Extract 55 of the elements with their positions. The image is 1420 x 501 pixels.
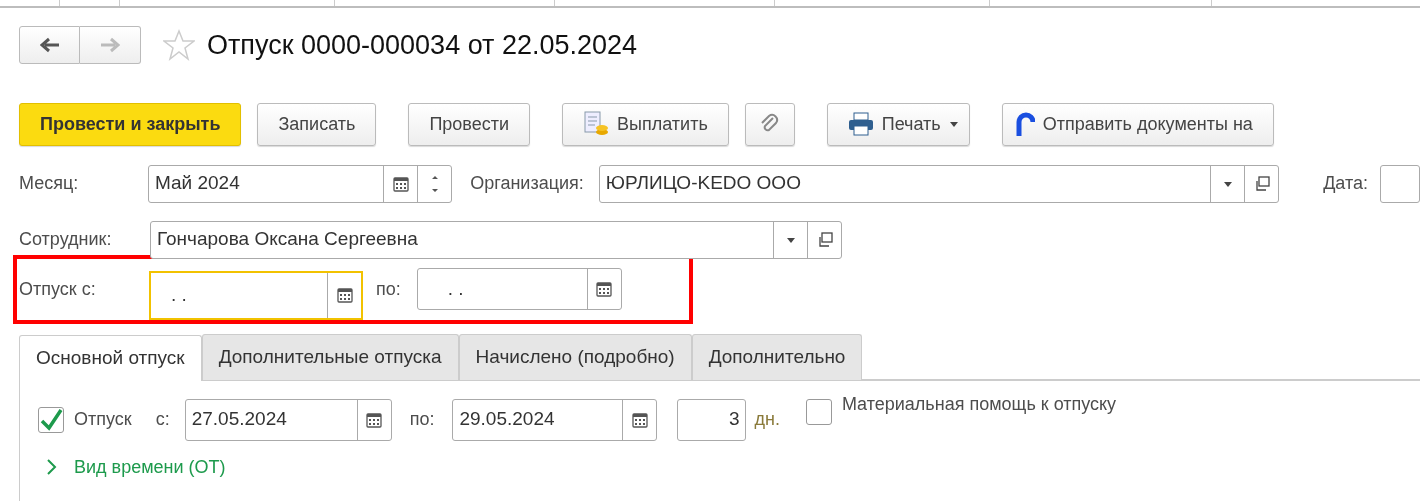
- pay-button[interactable]: Выплатить: [562, 102, 729, 146]
- chevron-right-icon: [46, 459, 58, 475]
- tab[interactable]: Начислено (подробно): [458, 333, 692, 380]
- checkbox-label: Материальная помощь к отпуску: [841, 392, 1117, 416]
- organization-field[interactable]: ЮРЛИЦО-KEDO ООО: [598, 164, 1280, 203]
- checkbox-label: Отпуск: [74, 408, 132, 431]
- field-label: по:: [376, 277, 401, 301]
- date-to-field[interactable]: 29.05.2024: [452, 398, 658, 441]
- calendar-icon: [366, 411, 383, 428]
- field-label: по:: [409, 408, 435, 431]
- tab[interactable]: Дополнительные отпуска: [201, 333, 459, 380]
- field-label: с:: [155, 408, 170, 431]
- expander-link[interactable]: Вид времени (ОТ): [46, 453, 226, 481]
- date-from-field[interactable]: . .: [149, 270, 363, 320]
- open-icon: [1253, 176, 1270, 191]
- caret-icon: [1222, 180, 1233, 187]
- date-from-field[interactable]: 27.05.2024: [184, 398, 392, 441]
- field-label: Отпуск с:: [19, 277, 97, 301]
- calendar-icon: [596, 281, 613, 297]
- logo-icon: [1014, 112, 1035, 136]
- document-coins-icon: [583, 111, 610, 137]
- calendar-icon: [631, 411, 648, 428]
- toolbar-button[interactable]: Записать: [257, 102, 377, 146]
- checkbox[interactable]: [38, 406, 64, 433]
- printer-icon: [847, 112, 874, 136]
- calendar-icon: [336, 287, 353, 303]
- up-down-icon: [430, 173, 439, 194]
- open-icon: [816, 232, 833, 247]
- attach-button[interactable]: [744, 102, 795, 146]
- check-icon: [39, 407, 63, 432]
- caret-icon: [948, 121, 959, 127]
- post-and-close-button[interactable]: Провести и закрыть: [19, 102, 242, 146]
- field-label: Организация:: [470, 172, 584, 195]
- star-icon[interactable]: [163, 29, 195, 62]
- tab[interactable]: Основной отпуск: [19, 334, 202, 381]
- field-label: Месяц:: [19, 172, 80, 195]
- field-label: Дата:: [1323, 172, 1368, 195]
- employee-field[interactable]: Гончарова Оксана Сергеевна: [150, 220, 842, 259]
- unit-label: дн.: [754, 408, 780, 431]
- calendar-icon: [392, 175, 409, 192]
- caret-icon: [785, 236, 796, 243]
- print-button[interactable]: Печать: [826, 102, 970, 146]
- date-field[interactable]: [1380, 164, 1420, 203]
- send-documents-button[interactable]: Отправить документы на: [1001, 102, 1274, 146]
- back-button[interactable]: [19, 26, 80, 65]
- checkbox[interactable]: [805, 398, 832, 425]
- document-title: Отпуск 0000-000034 от 22.05.2024: [207, 29, 638, 62]
- date-to-field[interactable]: . .: [416, 268, 622, 310]
- tab[interactable]: Дополнительно: [691, 333, 863, 380]
- month-field[interactable]: Май 2024: [147, 164, 453, 203]
- back-arrow-icon: [39, 37, 60, 54]
- forward-arrow-icon: [100, 37, 120, 54]
- toolbar-button[interactable]: Провести: [408, 102, 531, 146]
- field-label: Сотрудник:: [19, 228, 113, 251]
- days-field[interactable]: 3: [677, 398, 747, 441]
